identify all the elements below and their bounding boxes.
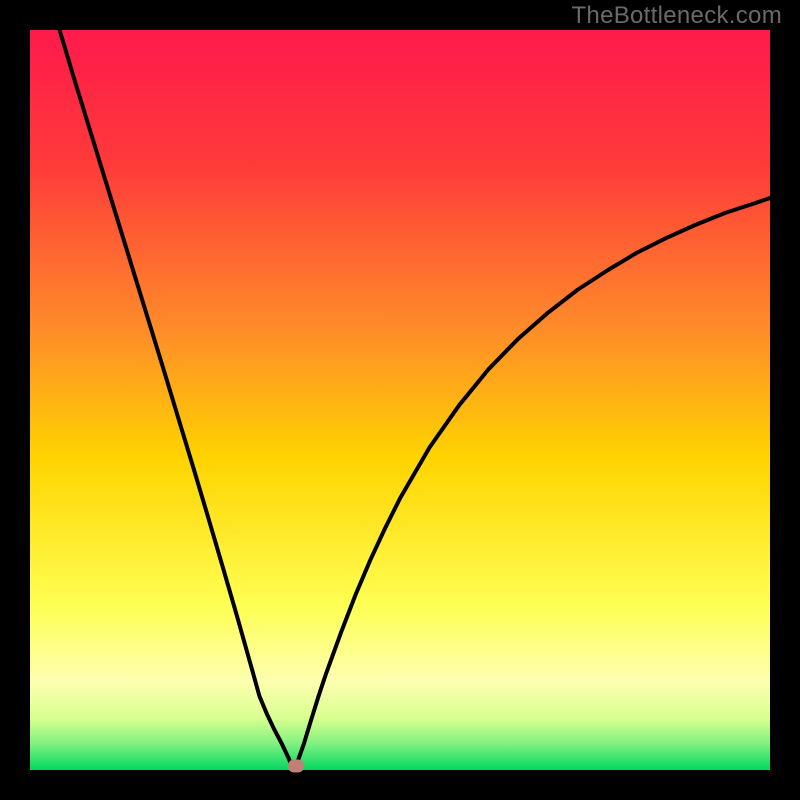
chart-frame: TheBottleneck.com <box>0 0 800 800</box>
watermark-text: TheBottleneck.com <box>571 2 782 30</box>
bottleneck-chart <box>0 0 800 800</box>
plot-background <box>30 30 770 770</box>
current-point-marker <box>288 760 304 773</box>
